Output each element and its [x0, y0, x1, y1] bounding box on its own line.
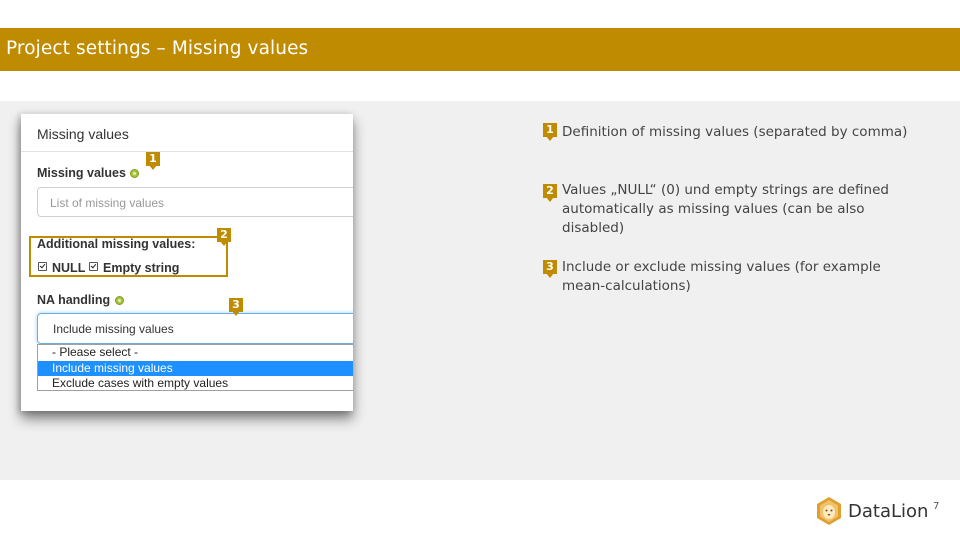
missing-values-input[interactable]: List of missing values	[37, 187, 353, 217]
missing-values-placeholder: List of missing values	[50, 196, 165, 210]
marker-number: 3	[232, 298, 240, 311]
na-handling-dropdown: - Please select - Include missing values…	[37, 344, 353, 391]
bullet-marker-3: 3	[543, 260, 557, 278]
help-icon[interactable]	[130, 169, 139, 178]
dropdown-option-please-select[interactable]: - Please select -	[38, 345, 353, 360]
bullet-marker-1: 1	[543, 123, 557, 141]
bullet-number: 2	[546, 184, 554, 197]
bullet-text-3: Include or exclude missing values (for e…	[562, 259, 881, 294]
na-handling-select-value: Include missing values	[53, 322, 174, 336]
marker-2: 2	[217, 228, 231, 246]
marker-number: 2	[220, 228, 228, 241]
page-number: 7	[933, 501, 940, 512]
panel-header: Missing values	[21, 113, 353, 152]
highlight-box	[29, 236, 228, 277]
missing-values-label: Missing values	[37, 166, 126, 180]
marker-number: 1	[149, 152, 157, 165]
slide-title: Project settings – Missing values	[6, 38, 309, 59]
bullet-text-2: Values „NULL“ (0) und empty strings are …	[562, 182, 889, 236]
panel-header-title: Missing values	[37, 126, 129, 142]
dropdown-option-include[interactable]: Include missing values	[38, 361, 353, 376]
marker-1: 1	[146, 152, 160, 170]
lion-logo-icon	[817, 497, 841, 525]
bullet-number: 3	[546, 260, 554, 273]
na-handling-select[interactable]: Include missing values	[37, 313, 353, 344]
dropdown-option-exclude[interactable]: Exclude cases with empty values	[38, 376, 353, 391]
logo-wordmark: DataLion	[848, 501, 929, 522]
bullet-text-1: Definition of missing values (separated …	[562, 124, 908, 140]
bullet-number: 1	[546, 123, 554, 136]
na-handling-label: NA handling	[37, 293, 111, 307]
bullet-marker-2: 2	[543, 184, 557, 202]
marker-3: 3	[229, 298, 243, 316]
help-icon[interactable]	[115, 296, 124, 305]
title-bar: Project settings – Missing values	[0, 28, 960, 71]
